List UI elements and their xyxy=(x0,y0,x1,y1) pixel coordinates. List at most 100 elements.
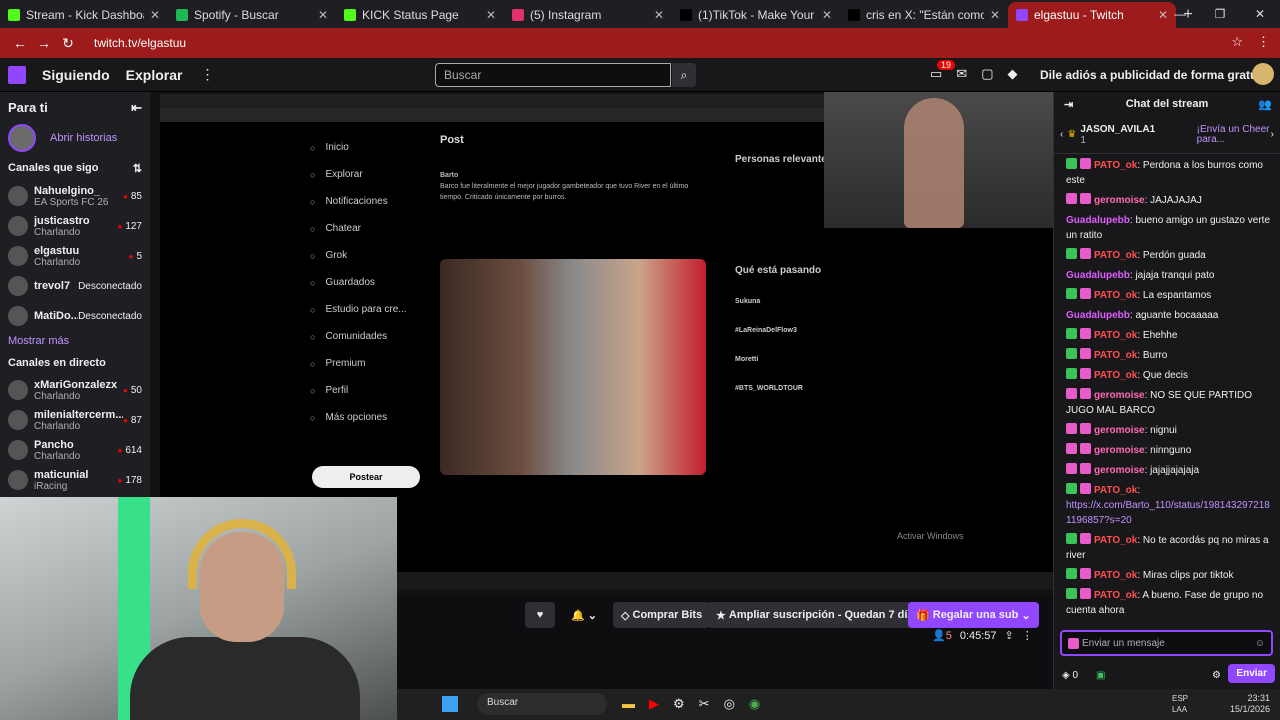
rewards-icon[interactable]: ▣ xyxy=(1096,670,1105,681)
capcut-icon[interactable]: ✂ xyxy=(699,696,710,712)
close-window-icon[interactable]: ✕ xyxy=(1240,0,1280,28)
chat-username[interactable]: geromoise xyxy=(1094,465,1145,476)
chat-username[interactable]: PATO_ok xyxy=(1094,370,1137,381)
share-icon[interactable]: ⇪ xyxy=(1005,629,1014,642)
extend-sub-button[interactable]: ★ Ampliar suscripción - Quedan 7 días xyxy=(708,602,928,628)
chat-username[interactable]: PATO_ok xyxy=(1094,590,1137,601)
chat-username[interactable]: PATO_ok xyxy=(1094,570,1137,581)
sidebar-channel[interactable]: justicastroCharlando127 xyxy=(0,211,150,241)
buy-bits-button[interactable]: ◇ Comprar Bits xyxy=(613,602,711,628)
youtube-icon[interactable]: ▶ xyxy=(649,696,659,712)
explorer-icon[interactable]: ▬ xyxy=(622,696,635,712)
chat-input[interactable]: Enviar un mensaje ☺ xyxy=(1060,630,1273,656)
chat-username[interactable]: PATO_ok xyxy=(1094,250,1137,261)
obs-icon[interactable]: ◎ xyxy=(724,696,735,712)
gift-sub-button[interactable]: 🎁 Regalar una sub ⌄ xyxy=(908,602,1039,628)
show-more-link[interactable]: Mostrar más xyxy=(0,331,150,351)
reload-icon[interactable]: ↻ xyxy=(56,35,80,52)
search-input[interactable]: Buscar xyxy=(435,63,671,87)
chat-username[interactable]: PATO_ok xyxy=(1094,160,1137,171)
close-tab-icon[interactable]: ✕ xyxy=(990,8,1000,22)
whats-happening-title: Qué está pasando xyxy=(735,265,822,276)
chat-username[interactable]: PATO_ok xyxy=(1094,535,1137,546)
sidebar-channel[interactable]: milenialtercerm...Charlando87 xyxy=(0,405,150,435)
user-avatar[interactable] xyxy=(1252,63,1274,85)
browser-tab[interactable]: KICK Status Page ✕ xyxy=(336,2,504,28)
extensions-icon[interactable]: ⋮ xyxy=(1257,34,1270,50)
minimize-icon[interactable]: — xyxy=(1160,0,1200,28)
close-tab-icon[interactable]: ✕ xyxy=(486,8,496,22)
system-clock[interactable]: 23:31 15/1/2026 xyxy=(1230,693,1270,715)
chat-username[interactable]: geromoise xyxy=(1094,445,1145,456)
follow-heart-icon[interactable]: ♥ xyxy=(525,602,555,628)
nav-explore[interactable]: Explorar xyxy=(126,67,183,83)
chat-username[interactable]: Guadalupebb xyxy=(1066,270,1130,281)
more-options-icon[interactable]: ⋮ xyxy=(200,66,214,83)
chat-username[interactable]: geromoise xyxy=(1094,425,1145,436)
close-tab-icon[interactable]: ✕ xyxy=(822,8,832,22)
sidebar-channel[interactable]: Nahuelgino_EA Sports FC 2685 xyxy=(0,181,150,211)
browser-tab[interactable]: Spotify - Buscar ✕ xyxy=(168,2,336,28)
chat-settings-icon[interactable]: ⚙ xyxy=(1212,670,1221,681)
close-tab-icon[interactable]: ✕ xyxy=(318,8,328,22)
chat-username[interactable]: PATO_ok xyxy=(1094,350,1137,361)
chat-username[interactable]: geromoise xyxy=(1094,195,1145,206)
stories-row[interactable]: Abrir historias xyxy=(0,120,150,156)
more-icon[interactable]: ⋮ xyxy=(1022,629,1033,642)
cheer-prompt[interactable]: ¡Envía un Cheer para... xyxy=(1197,124,1271,145)
sidebar-channel[interactable]: MatiDo... Desconectado xyxy=(0,301,150,331)
send-button[interactable]: Enviar xyxy=(1228,664,1275,683)
turbo-promo[interactable]: Dile adiós a publicidad de forma gratuit… xyxy=(1040,68,1271,82)
sidebar-channel[interactable]: trevol7 Desconectado xyxy=(0,271,150,301)
collapse-chat-icon[interactable]: ⇥ xyxy=(1064,98,1073,111)
chat-username[interactable]: Guadalupebb xyxy=(1066,310,1130,321)
browser-tab[interactable]: (1)TikTok - Make Your Day ✕ xyxy=(672,2,840,28)
channel-points-icon[interactable]: ◈ xyxy=(1062,670,1070,681)
browser-tab[interactable]: elgastuu - Twitch ✕ xyxy=(1008,2,1176,28)
x-nav-item: Explorar xyxy=(310,161,407,188)
emote-icon[interactable]: ☺ xyxy=(1255,638,1265,649)
chat-username[interactable]: Guadalupebb xyxy=(1066,215,1130,226)
chat-username[interactable]: PATO_ok xyxy=(1094,330,1137,341)
notification-bell-icon[interactable]: 🔔 ⌄ xyxy=(563,602,605,628)
steam-icon[interactable]: ⚙ xyxy=(673,696,685,712)
chat-username[interactable]: geromoise xyxy=(1094,390,1145,401)
chrome-icon[interactable]: ◉ xyxy=(749,696,760,712)
chat-username[interactable]: PATO_ok xyxy=(1094,485,1137,496)
keyboard-language[interactable]: ESP LAA xyxy=(1172,693,1188,715)
collapse-sidebar-icon[interactable]: ⇤ xyxy=(131,100,142,116)
maximize-icon[interactable]: ❐ xyxy=(1200,0,1240,28)
windows-start-icon[interactable] xyxy=(442,696,458,712)
back-icon[interactable]: ← xyxy=(8,35,32,51)
close-tab-icon[interactable]: ✕ xyxy=(654,8,664,22)
nav-following[interactable]: Siguiendo xyxy=(42,67,110,83)
gift-badge-icon xyxy=(1080,533,1091,544)
url-field[interactable]: twitch.tv/elgastuu xyxy=(94,36,186,50)
gift-badge-icon xyxy=(1080,388,1091,399)
forward-icon[interactable]: → xyxy=(32,35,56,51)
sidebar-channel[interactable]: PanchoCharlando614 xyxy=(0,435,150,465)
sidebar-title: Para ti xyxy=(8,100,48,115)
prev-icon[interactable]: ‹ xyxy=(1060,129,1063,140)
chat-username[interactable]: PATO_ok xyxy=(1094,290,1137,301)
chat-users-icon[interactable]: 👥 xyxy=(1258,98,1272,111)
bits-icon[interactable]: ◆ xyxy=(1008,66,1018,82)
twitch-logo-icon[interactable] xyxy=(8,65,26,84)
sidebar-channel[interactable]: maticunialiRacing178 xyxy=(0,465,150,495)
close-tab-icon[interactable]: ✕ xyxy=(150,8,160,22)
open-stories-link[interactable]: Abrir historias xyxy=(50,132,117,144)
channel-category: Charlando xyxy=(34,256,81,268)
chat-link[interactable]: https://x.com/Barto_110/status/198143297… xyxy=(1066,500,1270,526)
sidebar-channel[interactable]: xMariGonzalezxCharlando50 xyxy=(0,375,150,405)
taskbar-search[interactable]: Buscar xyxy=(477,693,607,715)
browser-tab[interactable]: cris en X: "Están como locos bu ✕ xyxy=(840,2,1008,28)
browser-tab[interactable]: (5) Instagram ✕ xyxy=(504,2,672,28)
sort-icon[interactable]: ⇅ xyxy=(133,162,142,175)
sidebar-channel[interactable]: elgastuuCharlando5 xyxy=(0,241,150,271)
whispers-icon[interactable]: ▢ xyxy=(981,66,993,82)
inbox-icon[interactable]: ✉ xyxy=(956,66,967,82)
search-icon[interactable]: ⌕ xyxy=(672,63,696,87)
bookmark-star-icon[interactable]: ☆ xyxy=(1231,34,1243,50)
next-icon[interactable]: › xyxy=(1271,129,1274,140)
browser-tab[interactable]: Stream - Kick Dashboard ✕ xyxy=(0,2,168,28)
